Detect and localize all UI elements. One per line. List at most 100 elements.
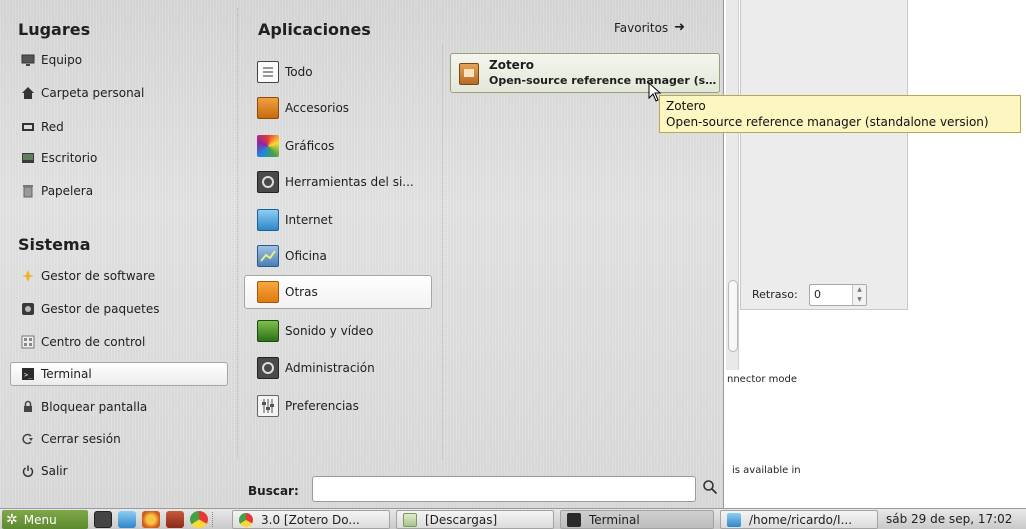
place-item-papelera[interactable]: Papelera xyxy=(10,179,228,203)
app-item-zotero[interactable]: Zotero Open-source reference manager (st… xyxy=(450,53,720,93)
task-terminal[interactable]: Terminal xyxy=(560,510,714,529)
zotero-icon xyxy=(459,63,479,85)
category-label: Internet xyxy=(285,213,333,227)
category-todo[interactable]: Todo xyxy=(244,56,432,88)
spin-arrows-icon[interactable]: ▲ ▼ xyxy=(852,285,866,305)
system-item-salir[interactable]: Salir xyxy=(10,459,228,483)
app-name: Zotero xyxy=(489,58,534,72)
app-tooltip: Zotero Open-source reference manager (st… xyxy=(659,95,1021,133)
power-icon xyxy=(21,464,35,478)
system-item-cerrar-sesion[interactable]: Cerrar sesión xyxy=(10,427,228,451)
network-icon xyxy=(21,120,35,134)
background-text-connector: nnector mode xyxy=(727,374,798,385)
system-title: Sistema xyxy=(18,235,91,254)
menu-button-label: Menu xyxy=(23,512,57,527)
package-manager-icon xyxy=(21,302,35,316)
system-item-bloquear-pantalla[interactable]: Bloquear pantalla xyxy=(10,395,228,419)
category-otras[interactable]: Otras xyxy=(244,275,432,309)
media-player-launcher-icon[interactable] xyxy=(166,511,184,528)
all-apps-icon xyxy=(257,61,279,83)
internet-icon xyxy=(257,209,279,231)
category-internet[interactable]: Internet xyxy=(244,204,432,236)
place-label: Equipo xyxy=(41,53,83,67)
category-accesorios[interactable]: Accesorios xyxy=(244,92,432,124)
search-input[interactable] xyxy=(312,476,696,502)
favorites-label: Favoritos xyxy=(614,20,669,35)
accessories-icon xyxy=(257,97,279,119)
administration-icon xyxy=(257,357,279,379)
search-icon[interactable] xyxy=(702,479,718,498)
category-label: Oficina xyxy=(285,249,327,263)
search-label: Buscar: xyxy=(248,484,299,498)
system-label: Terminal xyxy=(41,367,92,381)
place-item-red[interactable]: Red xyxy=(10,115,228,139)
category-label: Herramientas del si... xyxy=(285,175,414,189)
system-label: Bloquear pantalla xyxy=(41,400,148,414)
system-tools-icon xyxy=(257,171,279,193)
task-chrome-zotero[interactable]: 3.0 [Zotero Do... xyxy=(232,510,390,529)
system-label: Centro de control xyxy=(41,335,146,349)
app-description: Open-source reference manager (st... xyxy=(489,74,717,87)
retraso-value[interactable]: 0 xyxy=(814,288,821,301)
system-label: Gestor de software xyxy=(41,269,156,283)
office-icon xyxy=(257,245,279,267)
place-label: Red xyxy=(41,120,64,134)
tooltip-title: Zotero xyxy=(666,99,706,113)
other-icon xyxy=(257,281,279,303)
place-label: Carpeta personal xyxy=(41,86,145,100)
applications-title: Aplicaciones xyxy=(258,20,371,39)
category-oficina[interactable]: Oficina xyxy=(244,240,432,272)
system-item-gestor-de-software[interactable]: Gestor de software xyxy=(10,264,228,288)
task-label: Terminal xyxy=(589,512,640,527)
system-item-gestor-de-paquetes[interactable]: Gestor de paquetes xyxy=(10,297,228,321)
taskbar: ✲ Menu 3.0 [Zotero Do... [Descargas] Ter… xyxy=(0,508,1026,529)
firefox-launcher-icon[interactable] xyxy=(142,511,160,528)
category-administracion[interactable]: Administración xyxy=(244,352,432,384)
show-desktop-icon[interactable] xyxy=(94,511,112,528)
place-item-escritorio[interactable]: Escritorio xyxy=(10,146,228,170)
favorites-button[interactable]: Favoritos ➜ xyxy=(614,20,685,35)
file-manager-icon xyxy=(727,512,741,527)
svg-text:>_: >_ xyxy=(24,371,33,379)
place-label: Papelera xyxy=(41,184,94,198)
place-label: Escritorio xyxy=(41,151,98,165)
launcher-separator xyxy=(212,512,216,527)
software-manager-icon xyxy=(21,269,35,283)
task-label: /home/ricardo/I... xyxy=(749,512,853,527)
control-center-icon xyxy=(21,335,35,349)
tooltip-description: Open-source reference manager (standalon… xyxy=(666,115,989,129)
categories-separator xyxy=(442,45,443,460)
place-item-equipo[interactable]: Equipo xyxy=(10,48,228,72)
folder-icon xyxy=(403,512,417,527)
category-graficos[interactable]: Gráficos xyxy=(244,130,432,162)
task-home-ricardo[interactable]: /home/ricardo/I... xyxy=(720,510,878,529)
retraso-spinbox[interactable]: 0 ▲ ▼ xyxy=(809,284,867,306)
category-sonido-y-video[interactable]: Sonido y vídeo xyxy=(244,315,432,347)
file-manager-launcher-icon[interactable] xyxy=(118,511,136,528)
retraso-label: Retraso: xyxy=(752,288,798,301)
category-label: Todo xyxy=(285,65,313,79)
category-label: Preferencias xyxy=(285,399,359,413)
clock[interactable]: sáb 29 de sep, 17:02 xyxy=(886,512,1012,526)
arrow-right-icon: ➜ xyxy=(674,20,686,35)
task-descargas[interactable]: [Descargas] xyxy=(396,510,554,529)
places-separator xyxy=(237,8,238,458)
system-item-centro-de-control[interactable]: Centro de control xyxy=(10,330,228,354)
system-item-terminal[interactable]: >_ Terminal xyxy=(10,362,228,386)
background-scrollbar-thumb[interactable] xyxy=(728,280,738,352)
mouse-cursor-icon xyxy=(648,81,662,105)
mint-logo-icon: ✲ xyxy=(6,511,18,528)
background-panel xyxy=(740,0,908,310)
system-label: Gestor de paquetes xyxy=(41,302,160,316)
desktop-icon xyxy=(21,151,35,165)
place-item-carpeta-personal[interactable]: Carpeta personal xyxy=(10,81,228,105)
places-title: Lugares xyxy=(18,20,91,39)
category-herramientas-del-sistema[interactable]: Herramientas del si... xyxy=(244,166,432,198)
logout-icon xyxy=(21,432,35,446)
terminal-icon xyxy=(567,512,581,527)
category-preferencias[interactable]: Preferencias xyxy=(244,390,432,422)
lock-icon xyxy=(21,400,35,414)
menu-button[interactable]: ✲ Menu xyxy=(2,510,88,529)
category-label: Sonido y vídeo xyxy=(285,324,374,338)
chrome-launcher-icon[interactable] xyxy=(190,511,208,528)
